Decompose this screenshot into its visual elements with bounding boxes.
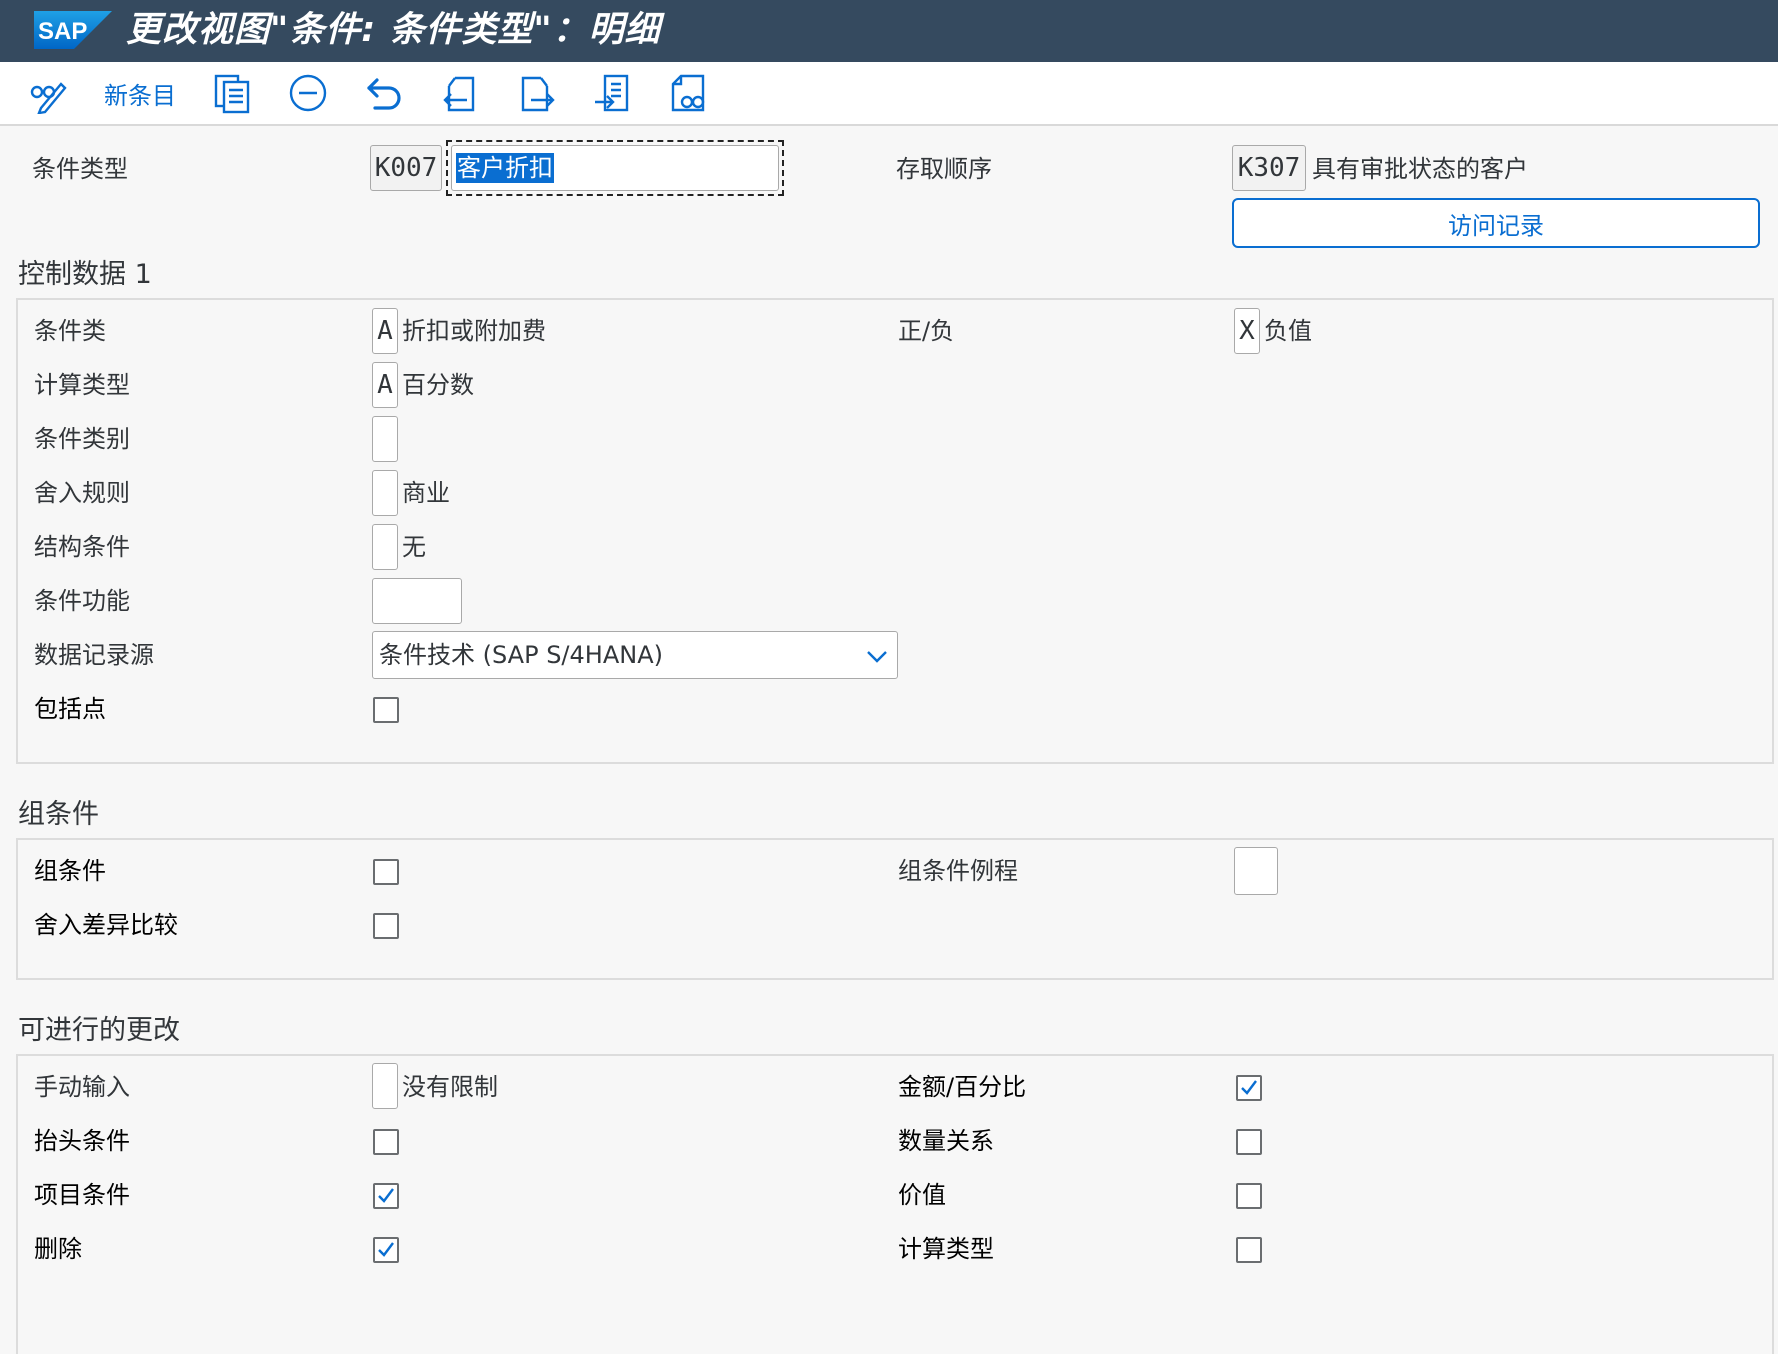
copy-icon[interactable] [210, 72, 254, 114]
condition-type-desc-focus[interactable]: 客户折扣 [446, 140, 784, 196]
manual-entry-label: 手动输入 [34, 1073, 130, 1101]
chevron-down-icon [867, 651, 887, 663]
access-sequence-desc: 具有审批状态的客户 [1312, 155, 1528, 183]
group-cond-title: 组条件 [18, 799, 99, 830]
title-bar: SAP 更改视图"条件: 条件类型"：明细 [0, 0, 1778, 62]
header-cond-label: 抬头条件 [34, 1127, 130, 1155]
amount-percent-checkbox[interactable] [1236, 1075, 1262, 1101]
round-diff-label: 舍入差异比较 [34, 911, 178, 939]
record-source-dropdown[interactable]: 条件技术 (SAP S/4HANA) [372, 631, 898, 679]
structure-cond-field[interactable] [372, 524, 398, 570]
where-used-icon[interactable] [666, 72, 710, 114]
calc-type-label: 计算类型 [34, 371, 130, 399]
cond-function-field[interactable] [372, 578, 462, 624]
record-source-label: 数据记录源 [34, 641, 154, 669]
condition-type-label: 条件类型 [32, 155, 128, 183]
control-data-1-group [16, 298, 1774, 764]
calc-type-desc: 百分数 [402, 371, 474, 399]
next-entry-icon[interactable] [514, 72, 558, 114]
item-cond-label: 项目条件 [34, 1181, 130, 1209]
access-sequence-label: 存取顺序 [896, 155, 992, 183]
inclusion-point-checkbox[interactable] [373, 697, 399, 723]
delete-checkbox[interactable] [373, 1237, 399, 1263]
new-entries-button[interactable]: 新条目 [100, 72, 180, 114]
plus-minus-desc: 负值 [1264, 317, 1312, 345]
header-cond-checkbox[interactable] [373, 1129, 399, 1155]
value-checkbox[interactable] [1236, 1183, 1262, 1209]
import-icon[interactable] [590, 72, 634, 114]
toolbar: 新条目 [0, 62, 1778, 126]
condition-type-desc: 客户折扣 [456, 153, 554, 183]
checkmark-icon [378, 1188, 394, 1203]
new-entries-label: 新条目 [104, 81, 176, 110]
svg-text:SAP: SAP [38, 18, 87, 45]
calc-type-field[interactable]: A [372, 362, 398, 408]
condition-type-code-field[interactable]: K007 [370, 145, 442, 191]
cond-function-label: 条件功能 [34, 587, 130, 615]
amount-percent-label: 金额/百分比 [898, 1073, 1027, 1101]
qty-relation-checkbox[interactable] [1236, 1129, 1262, 1155]
calc-type-change-checkbox[interactable] [1236, 1237, 1262, 1263]
inclusion-point-label: 包括点 [34, 695, 106, 723]
value-label: 价值 [898, 1181, 946, 1209]
manual-entry-desc: 没有限制 [402, 1073, 498, 1101]
rounding-rule-label: 舍入规则 [34, 479, 130, 507]
checkmark-icon [1241, 1080, 1257, 1095]
previous-entry-icon[interactable] [438, 72, 482, 114]
structure-cond-desc: 无 [402, 533, 426, 561]
changes-title: 可进行的更改 [18, 1015, 180, 1046]
group-routine-label: 组条件例程 [898, 857, 1018, 885]
condition-class-label: 条件类 [34, 317, 106, 345]
delete-icon[interactable] [286, 72, 330, 114]
record-source-value: 条件技术 (SAP S/4HANA) [379, 641, 663, 669]
group-cond-group [16, 838, 1774, 980]
access-sequence-code-field[interactable]: K307 [1232, 145, 1306, 191]
checkmark-icon [378, 1242, 394, 1257]
qty-relation-label: 数量关系 [898, 1127, 994, 1155]
edit-glasses-icon[interactable] [26, 72, 70, 114]
sap-logo: SAP [34, 11, 112, 49]
group-routine-field[interactable] [1234, 847, 1278, 895]
control-data-1-title: 控制数据 1 [18, 259, 152, 290]
condition-category-field[interactable] [372, 416, 398, 462]
undo-icon[interactable] [362, 72, 406, 114]
condition-class-field[interactable]: A [372, 308, 398, 354]
condition-class-desc: 折扣或附加费 [402, 317, 546, 345]
calc-type-change-label: 计算类型 [898, 1235, 994, 1263]
group-cond-checkbox[interactable] [373, 859, 399, 885]
delete-label: 删除 [34, 1235, 82, 1263]
plus-minus-label: 正/负 [898, 317, 955, 345]
rounding-rule-field[interactable] [372, 470, 398, 516]
plus-minus-field[interactable]: X [1234, 308, 1260, 354]
group-cond-label: 组条件 [34, 857, 106, 885]
window-title: 更改视图"条件: 条件类型"：明细 [126, 10, 661, 50]
condition-category-label: 条件类别 [34, 425, 130, 453]
item-cond-checkbox[interactable] [373, 1183, 399, 1209]
round-diff-checkbox[interactable] [373, 913, 399, 939]
manual-entry-field[interactable] [372, 1063, 398, 1109]
access-records-button[interactable]: 访问记录 [1232, 198, 1760, 248]
changes-group [16, 1054, 1774, 1354]
rounding-rule-desc: 商业 [402, 479, 450, 507]
structure-cond-label: 结构条件 [34, 533, 130, 561]
